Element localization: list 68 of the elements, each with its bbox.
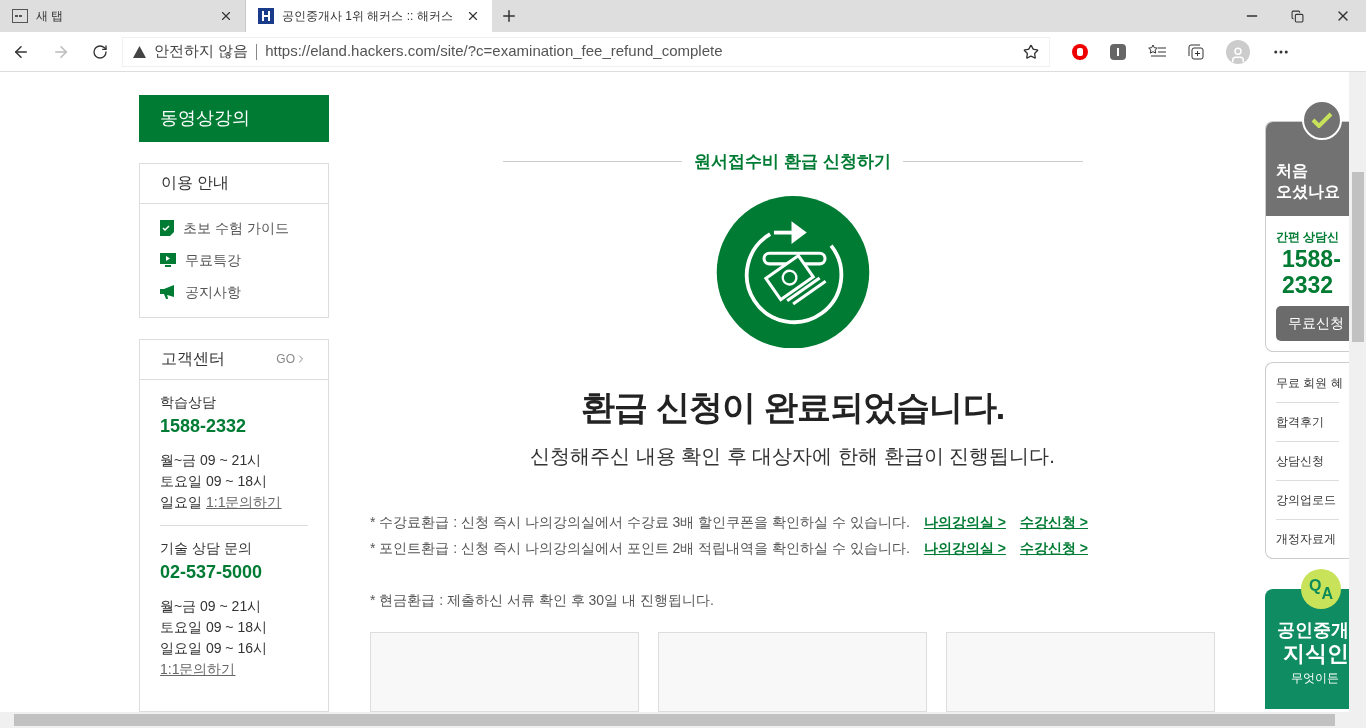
quick-menu-item[interactable]: 개정자료게 <box>1276 519 1339 558</box>
page-link[interactable]: 수강신청 > <box>1019 537 1088 559</box>
security-warning: 안전하지 않음 <box>154 41 249 62</box>
favorites-list-icon[interactable] <box>1148 43 1166 60</box>
section-title: 원서접수비 환급 신청하기 <box>694 151 891 173</box>
address-field[interactable]: 안전하지 않음 https://eland.hackers.com/site/?c=examination_fee_refund_complete <box>122 36 1050 67</box>
go-link[interactable]: GO <box>276 350 307 369</box>
note-text: * 현금환급 : 제출하신 서류 확인 후 30일 내 진행됩니다. <box>370 590 714 610</box>
panel-title: 이용 안내 <box>140 163 328 204</box>
new-tab-icon[interactable] <box>500 7 518 25</box>
vertical-scrollbar[interactable] <box>1349 72 1366 728</box>
hours-text: 일요일 09 ~ 16시 <box>160 638 268 658</box>
headline: 환급 신청이 완료되었습니다. <box>580 387 1005 428</box>
stop-sign-icon[interactable] <box>1072 43 1088 60</box>
section-title: 학습상담 <box>160 392 217 412</box>
section-title: 기술 상담 문의 <box>160 538 253 558</box>
guide-link[interactable]: 공지사항 <box>185 281 241 303</box>
hours-text: 토요일 09 ~ 18시 <box>160 471 268 491</box>
extension-icon[interactable] <box>1110 43 1126 60</box>
hours-text: 토요일 09 ~ 18시 <box>160 617 268 637</box>
page-link[interactable]: 나의강의실 > <box>923 511 1006 533</box>
close-icon[interactable] <box>219 9 233 23</box>
url-text: https://eland.hackers.com/site/?c=examination_fee_refund_complete <box>265 41 724 62</box>
warning-icon <box>133 45 146 58</box>
qa-badge: QA <box>1301 569 1341 609</box>
guide-link[interactable]: 무료특강 <box>185 249 241 271</box>
promo-title: 오셨나요 <box>1276 182 1339 202</box>
apply-button[interactable]: 무료신청 <box>1276 306 1349 341</box>
phone-number: 2332 <box>1282 272 1335 298</box>
qa-subtitle: 무엇이든 <box>1291 670 1340 687</box>
hours-text: 월~금 09 ~ 21시 <box>160 450 263 470</box>
tab-title: 공인중개사 1위 해커스 :: 해커스 <box>282 8 454 25</box>
hours-text: 일요일 <box>160 492 202 512</box>
inquiry-link[interactable]: 1:1문의하기 <box>206 491 282 513</box>
panel-title: 고객센터 <box>161 349 225 370</box>
check-icon <box>1311 112 1333 128</box>
phone-number: 1588- <box>1282 246 1339 272</box>
quick-menu-item[interactable]: 합격후기 <box>1276 402 1339 441</box>
phone-number: 1588-2332 <box>160 414 248 438</box>
browser-tab[interactable]: 공인중개사 1위 해커스 :: 해커스 <box>246 0 492 32</box>
site-logo-icon <box>258 8 274 24</box>
checklist-icon <box>160 220 174 237</box>
qa-title: 지식인 <box>1283 641 1349 667</box>
page-link[interactable]: 나의강의실 > <box>923 537 1006 559</box>
tab-title: 새 탭 <box>36 8 65 25</box>
phone-number: 02-537-5000 <box>160 560 264 584</box>
new-tab-icon <box>12 9 28 23</box>
reload-icon[interactable] <box>92 43 108 60</box>
horizontal-scrollbar[interactable] <box>0 712 1349 728</box>
monitor-play-icon <box>160 252 176 269</box>
sidebar-header[interactable]: 동영상강의 <box>139 95 329 142</box>
note-text: * 포인트환급 : 신청 즉시 나의강의실에서 포인트 2배 적립내역을 확인하실 수 있습니다. <box>370 538 910 558</box>
restore-icon[interactable] <box>1291 9 1304 23</box>
page-link[interactable]: 수강신청 > <box>1019 511 1088 533</box>
quick-menu-item[interactable]: 강의업로드 <box>1276 480 1339 519</box>
qa-title: 공인중개 <box>1277 619 1349 641</box>
quick-menu-item[interactable]: 상담신청 <box>1276 441 1339 480</box>
favorite-icon[interactable] <box>1023 43 1039 60</box>
note-text: * 수강료환급 : 신청 즉시 나의강의실에서 수강료 3배 할인쿠폰을 확인하실 수 있습니다. <box>370 512 910 532</box>
megaphone-icon <box>160 284 176 301</box>
hours-text: 월~금 09 ~ 21시 <box>160 596 263 616</box>
close-icon[interactable] <box>466 9 480 23</box>
subtitle: 신청해주신 내용 확인 후 대상자에 한해 환급이 진행됩니다. <box>530 444 1055 469</box>
guide-link[interactable]: 초보 수험 가이드 <box>183 217 289 239</box>
inquiry-link[interactable]: 1:1문의하기 <box>160 658 236 680</box>
consult-label: 간편 상담신 <box>1276 229 1339 246</box>
collections-icon[interactable] <box>1188 43 1204 60</box>
promo-title: 처음 <box>1276 161 1309 181</box>
